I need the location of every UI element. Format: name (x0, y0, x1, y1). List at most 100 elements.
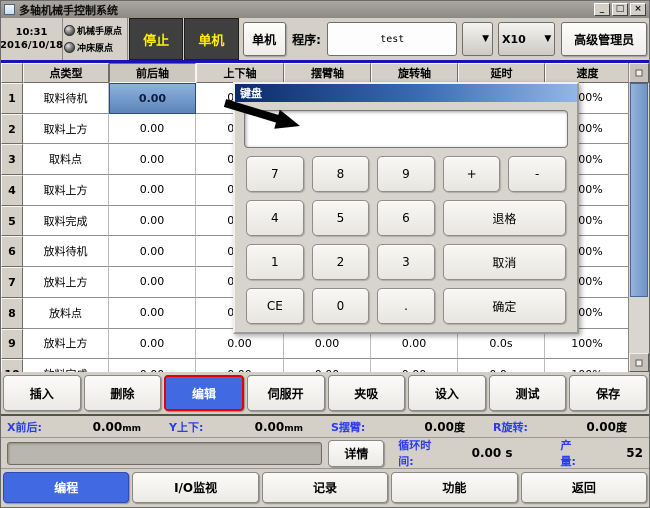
cell-type[interactable]: 取料上方 (23, 175, 109, 206)
cell-type[interactable]: 放料上方 (23, 329, 109, 360)
column-header[interactable]: 旋转轴 (371, 63, 458, 83)
details-button[interactable]: 详情 (328, 440, 384, 467)
origin-indicator-panel: 机械手原点 冲床原点 (63, 18, 128, 60)
press-origin-indicator: 冲床原点 (64, 41, 126, 54)
cycle-time-label: 循环时间: (398, 437, 445, 469)
cell-front-back[interactable]: 0.00 (109, 83, 196, 114)
cell-front-back[interactable]: 0.00 (109, 236, 196, 267)
cell-front-back[interactable]: 0.00 (109, 359, 196, 372)
test-button[interactable]: 测试 (489, 375, 567, 411)
cell-front-back[interactable]: 0.00 (109, 114, 196, 145)
cell-type[interactable]: 放料完成 (23, 359, 109, 372)
cell-type[interactable]: 取料上方 (23, 114, 109, 145)
keypad-key-plus[interactable]: + (443, 156, 501, 192)
production-count-label: 产量: (560, 437, 586, 469)
keypad-key-confirm[interactable]: 确定 (443, 288, 566, 324)
cursor-arrow-icon (222, 96, 307, 136)
keypad-key-0[interactable]: 0 (312, 288, 370, 324)
tab-programming[interactable]: 编程 (3, 472, 129, 503)
cell-swing[interactable]: 0.00 (284, 359, 371, 372)
keypad-key-5[interactable]: 5 (312, 200, 370, 236)
cell-type[interactable]: 放料点 (23, 298, 109, 329)
message-field (7, 442, 322, 465)
cell-up-down[interactable]: 0.00 (196, 359, 284, 372)
axis-unit: 度 (616, 421, 627, 434)
clamp-button[interactable]: 夹吸 (328, 375, 406, 411)
axis-label: Y上下: (169, 419, 203, 435)
set-button[interactable]: 设入 (408, 375, 486, 411)
tab-io-monitor[interactable]: I/O监视 (132, 472, 258, 503)
speed-multiplier-dropdown[interactable]: X10 ▼ (498, 22, 555, 56)
maximize-icon[interactable]: □ (612, 3, 628, 16)
scrollbar-thumb[interactable] (630, 83, 648, 297)
axis-unit: mm (122, 424, 141, 434)
cell-speed[interactable]: 100% (545, 359, 628, 372)
servo-on-button[interactable]: 伺服开 (247, 375, 325, 411)
led-icon (64, 42, 75, 53)
cell-type[interactable]: 放料待机 (23, 236, 109, 267)
column-header[interactable]: 上下轴 (196, 63, 284, 83)
keypad-key-6[interactable]: 6 (377, 200, 435, 236)
keypad-key-ce[interactable]: CE (246, 288, 304, 324)
cell-front-back[interactable]: 0.00 (109, 206, 196, 237)
keypad-key-1[interactable]: 1 (246, 244, 304, 280)
table-scrollbar[interactable] (628, 63, 649, 372)
row-number: 6 (1, 236, 23, 267)
keypad-key-backspace[interactable]: 退格 (443, 200, 566, 236)
column-header[interactable]: 前后轴 (109, 63, 196, 83)
keypad-key-8[interactable]: 8 (312, 156, 370, 192)
column-header[interactable]: 点类型 (23, 63, 109, 83)
column-header[interactable]: 摆臂轴 (284, 63, 371, 83)
keypad-key-7[interactable]: 7 (246, 156, 304, 192)
cell-front-back[interactable]: 0.00 (109, 144, 196, 175)
insert-button[interactable]: 插入 (3, 375, 81, 411)
keypad-key-dot[interactable]: . (377, 288, 435, 324)
tab-function[interactable]: 功能 (391, 472, 517, 503)
row-number: 3 (1, 144, 23, 175)
row-number: 10 (1, 359, 23, 372)
keypad-key-4[interactable]: 4 (246, 200, 304, 236)
led-icon (64, 25, 75, 36)
cell-front-back[interactable]: 0.00 (109, 298, 196, 329)
save-button[interactable]: 保存 (569, 375, 647, 411)
axis-status-x-front-back: X前后:0.00mm (1, 419, 163, 435)
admin-level-button[interactable]: 高级管理员 (561, 22, 647, 56)
edit-button[interactable]: 编辑 (164, 375, 244, 411)
scrollbar-up-button[interactable] (629, 63, 649, 83)
axis-label: X前后: (7, 419, 42, 435)
cell-front-back[interactable]: 0.00 (109, 175, 196, 206)
delete-button[interactable]: 删除 (84, 375, 162, 411)
cell-delay[interactable]: 0.0s (458, 359, 545, 372)
cell-type[interactable]: 放料上方 (23, 267, 109, 298)
cell-type[interactable]: 取料完成 (23, 206, 109, 237)
cell-front-back[interactable]: 0.00 (109, 267, 196, 298)
robot-origin-indicator: 机械手原点 (64, 24, 126, 37)
cell-type[interactable]: 取料待机 (23, 83, 109, 114)
scrollbar-down-button[interactable] (629, 353, 649, 372)
cell-front-back[interactable]: 0.00 (109, 329, 196, 360)
keypad-key-2[interactable]: 2 (312, 244, 370, 280)
tab-return[interactable]: 返回 (521, 472, 647, 503)
program-name-field[interactable]: test (327, 22, 457, 56)
column-header[interactable]: 延时 (458, 63, 545, 83)
window-controls: _ □ × (594, 3, 646, 16)
close-icon[interactable]: × (630, 3, 646, 16)
axis-label: S摆臂: (331, 419, 365, 435)
tab-record[interactable]: 记录 (262, 472, 388, 503)
row-number: 9 (1, 329, 23, 360)
keypad-key-3[interactable]: 3 (377, 244, 435, 280)
bottom-nav-row: 编程I/O监视记录功能返回 (1, 469, 649, 508)
keypad-key-minus[interactable]: - (508, 156, 566, 192)
minimize-icon[interactable]: _ (594, 3, 610, 16)
column-header[interactable]: 速度 (545, 63, 630, 83)
table-header-row: 点类型前后轴上下轴摆臂轴旋转轴延时速度 (1, 63, 649, 83)
program-dropdown[interactable]: ▼ (462, 22, 493, 56)
axis-unit: 度 (454, 421, 465, 434)
keypad-key-cancel[interactable]: 取消 (443, 244, 566, 280)
keypad-key-9[interactable]: 9 (377, 156, 435, 192)
axis-status-s-swing-arm: S摆臂: 0.00度 (325, 419, 487, 435)
axis-value: 0.00度 (424, 419, 465, 435)
cell-rotate[interactable]: 0.00 (371, 359, 458, 372)
cell-type[interactable]: 取料点 (23, 144, 109, 175)
single-mode-button[interactable]: 单机 (243, 22, 286, 56)
